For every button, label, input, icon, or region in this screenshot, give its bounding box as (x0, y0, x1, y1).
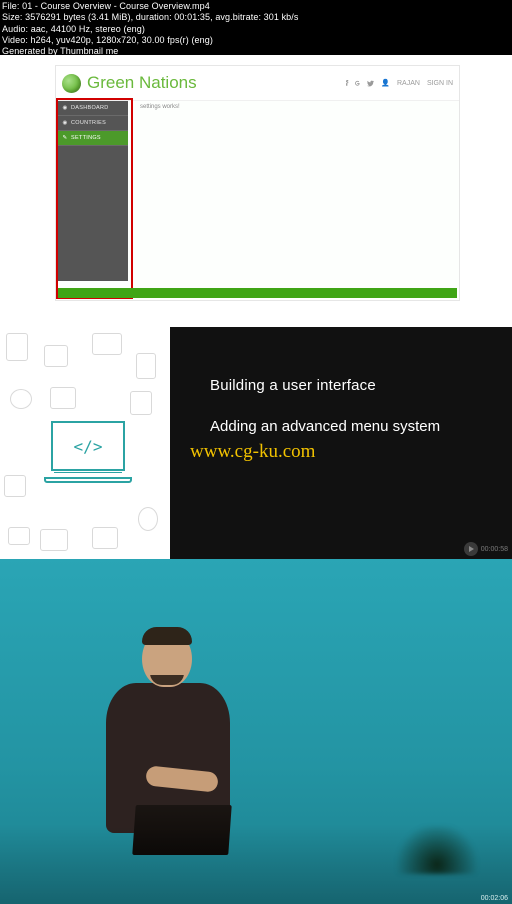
doodle-icon (40, 529, 68, 551)
sign-in-link[interactable]: SIGN IN (427, 80, 453, 87)
app-window: Green Nations 👤 RAJAN SIGN IN ◉ DASHBOAR… (55, 65, 460, 301)
doodle-icon (8, 527, 30, 545)
doodle-icon (50, 387, 76, 409)
bottom-shadow (0, 824, 512, 904)
thumb-3-timestamp: 00:02:06 (481, 895, 508, 902)
file-meta-line: File: 01 - Course Overview - Course Over… (0, 0, 512, 11)
thumb-1: Green Nations 👤 RAJAN SIGN IN ◉ DASHBOAR… (0, 55, 512, 327)
laptop-icon: </> (46, 421, 130, 491)
google-icon[interactable] (355, 80, 362, 87)
slide-line-1: Building a user interface (210, 377, 494, 394)
doodle-icon (4, 475, 26, 497)
app-body: ◉ DASHBOARD ◉ COUNTRIES ✎ SETTINGS setti… (56, 101, 459, 300)
sidebar: ◉ DASHBOARD ◉ COUNTRIES ✎ SETTINGS (58, 101, 128, 281)
slide-line-2: Adding an advanced menu system (210, 418, 494, 435)
sidebar-item-countries[interactable]: ◉ COUNTRIES (58, 116, 128, 131)
doodle-icon (10, 389, 32, 409)
thumb-2-controls: 00:00:58 (464, 542, 508, 556)
doodle-icon (92, 527, 118, 549)
twitter-icon[interactable] (367, 80, 374, 87)
slide-text-area: Building a user interface Adding an adva… (170, 327, 512, 559)
slide-illustration: </> (0, 327, 170, 559)
dashboard-icon: ◉ (62, 105, 68, 111)
footer-bar (58, 288, 457, 298)
watermark-text: www.cg-ku.com (190, 441, 315, 463)
code-glyph: </> (51, 421, 125, 471)
brand-title: Green Nations (87, 73, 197, 93)
doodle-icon (6, 333, 28, 361)
play-icon[interactable] (464, 542, 478, 556)
sidebar-item-label: SETTINGS (71, 135, 101, 141)
thumb-3: 00:02:06 (0, 559, 512, 904)
globe-icon (62, 74, 81, 93)
doodle-icon (138, 507, 158, 531)
countries-icon: ◉ (62, 120, 68, 126)
doodle-icon (92, 333, 122, 355)
sidebar-item-label: COUNTRIES (71, 120, 106, 126)
page-content-text: settings works! (140, 104, 180, 110)
thumb-2-timestamp: 00:00:58 (481, 546, 508, 553)
app-header: Green Nations 👤 RAJAN SIGN IN (56, 66, 459, 101)
doodle-icon (130, 391, 152, 415)
person-hair (142, 627, 192, 645)
header-actions: 👤 RAJAN SIGN IN (343, 79, 453, 87)
video-meta-line: Video: h264, yuv420p, 1280x720, 30.00 fp… (0, 34, 512, 45)
thumb-2: </> Building a user interface Adding an … (0, 327, 512, 559)
settings-icon: ✎ (62, 135, 68, 141)
doodle-icon (44, 345, 68, 367)
header-user-label[interactable]: RAJAN (397, 80, 420, 87)
facebook-icon[interactable] (343, 80, 350, 87)
sidebar-item-label: DASHBOARD (71, 105, 109, 111)
audio-meta-line: Audio: aac, 44100 Hz, stereo (eng) (0, 23, 512, 34)
user-icon[interactable]: 👤 (381, 79, 390, 87)
sidebar-item-settings[interactable]: ✎ SETTINGS (58, 131, 128, 146)
size-meta-line: Size: 3576291 bytes (3.41 MiB), duration… (0, 11, 512, 22)
doodle-icon (136, 353, 156, 379)
sidebar-item-dashboard[interactable]: ◉ DASHBOARD (58, 101, 128, 116)
